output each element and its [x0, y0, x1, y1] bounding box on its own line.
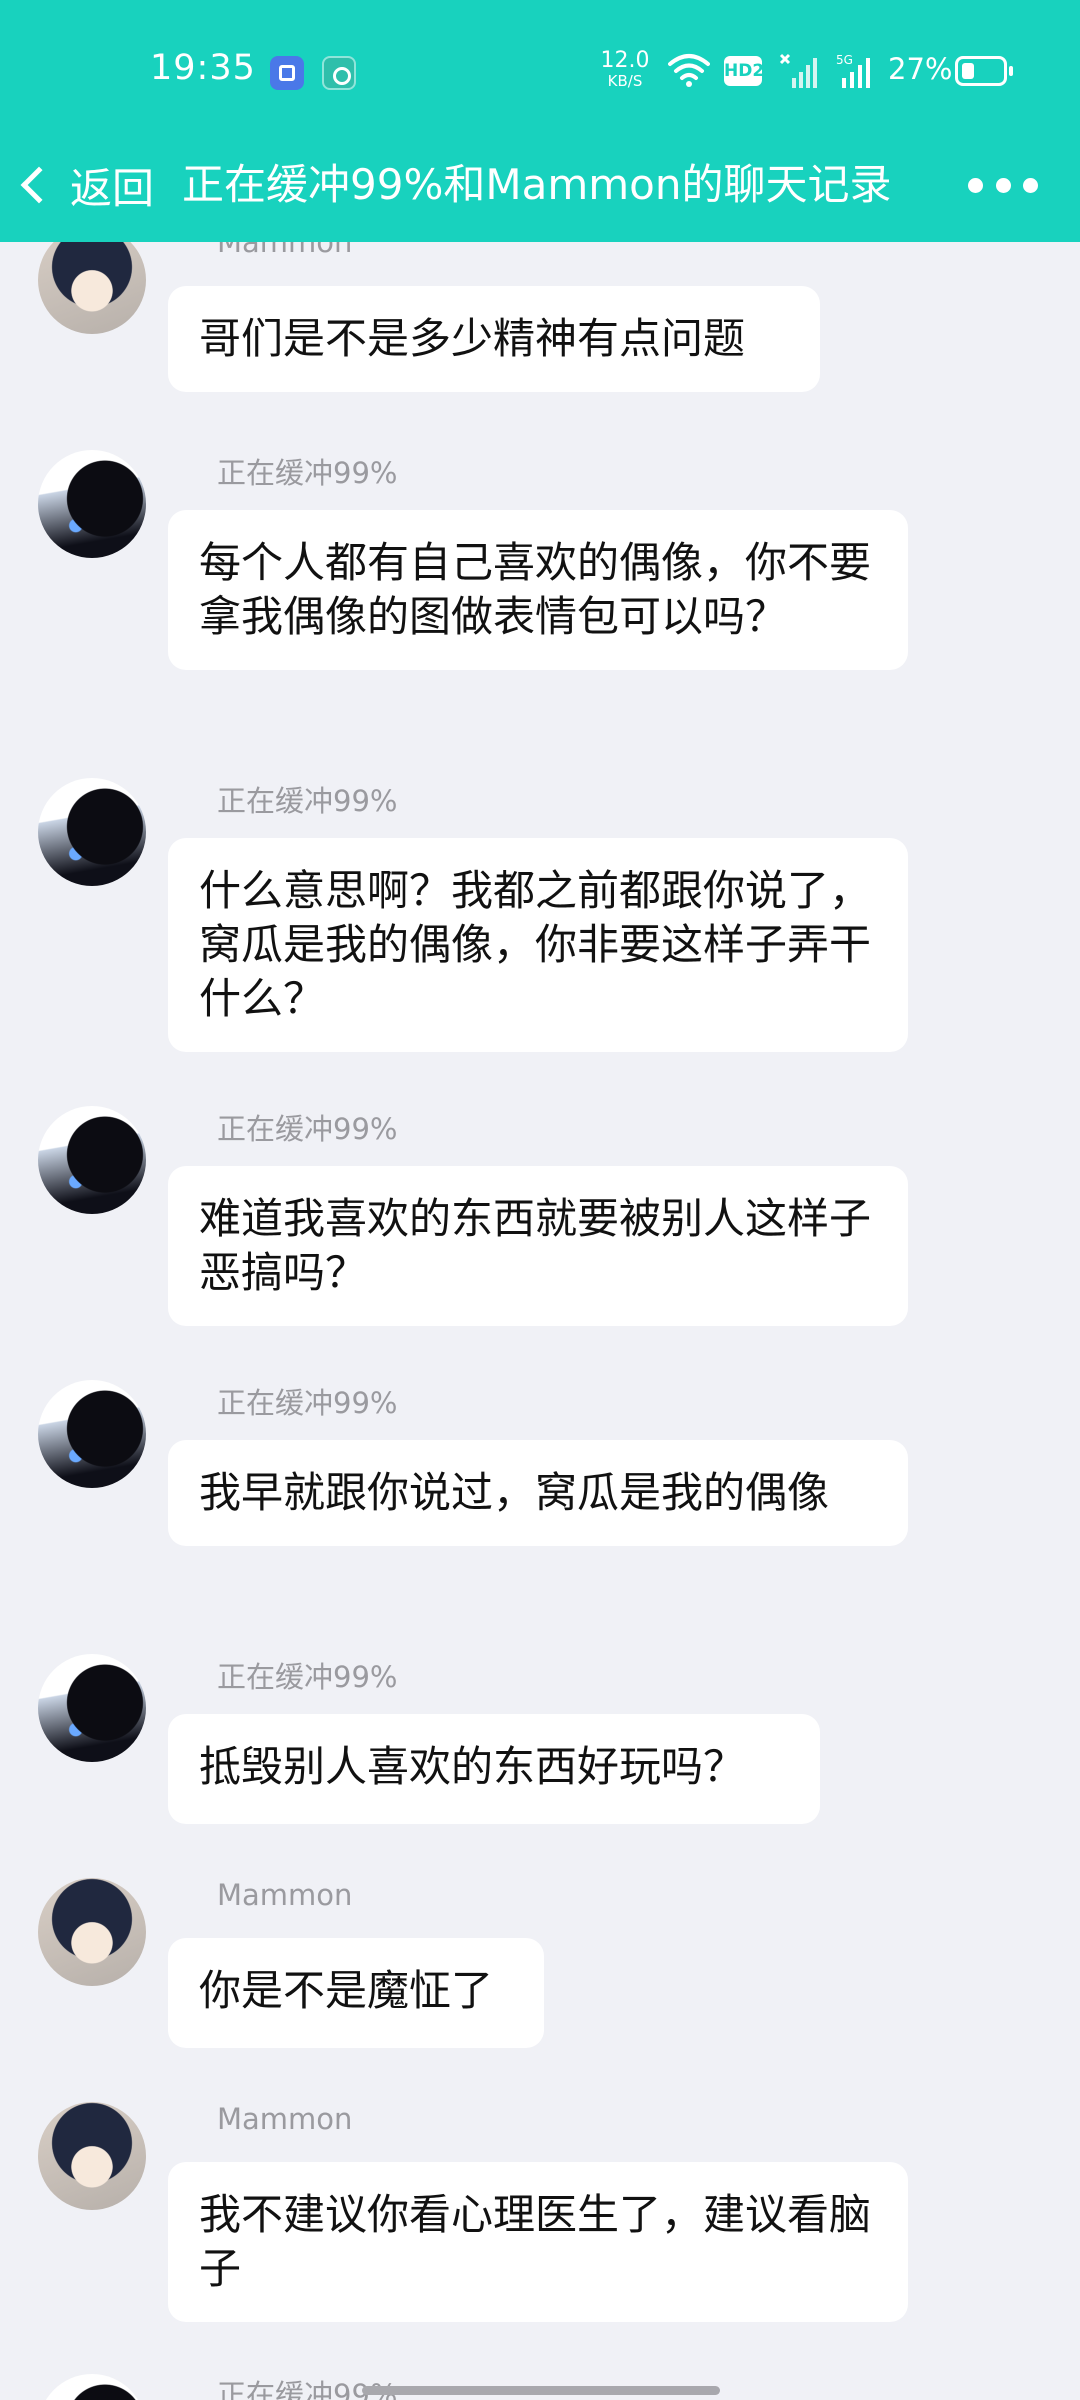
message-bubble[interactable]: 难道我喜欢的东西就要被别人这样子恶搞吗？	[168, 1166, 908, 1326]
sender-name: Mammon	[217, 2102, 353, 2136]
message-bubble[interactable]: 什么意思啊？我都之前都跟你说了，窝瓜是我的偶像，你非要这样子弄干什么？	[168, 838, 908, 1052]
sender-name: 正在缓冲99%	[217, 784, 398, 818]
avatar[interactable]	[38, 1878, 146, 1986]
network-speed-unit: KB/S	[607, 72, 643, 90]
dot-icon	[1023, 177, 1038, 193]
dot-icon	[968, 177, 983, 193]
status-time: 19:35	[150, 48, 256, 88]
message-bubble[interactable]: 抵毁别人喜欢的东西好玩吗？	[168, 1714, 820, 1824]
avatar[interactable]	[38, 1380, 146, 1488]
network-speed: 12.0 KB/S	[600, 50, 650, 89]
message-bubble[interactable]: 你是不是魔怔了	[168, 1938, 544, 2048]
message-bubble[interactable]: 每个人都有自己喜欢的偶像，你不要拿我偶像的图做表情包可以吗？	[168, 510, 908, 670]
sender-name: 正在缓冲99%	[217, 456, 398, 490]
avatar[interactable]	[38, 2374, 146, 2400]
signal-no-service-icon	[779, 53, 817, 88]
back-label: 返回	[70, 163, 155, 213]
sender-name: 正在缓冲99%	[217, 1386, 398, 1420]
message-bubble[interactable]: 哥们是不是多少精神有点问题	[168, 286, 820, 392]
battery-percent: 27%	[888, 52, 953, 86]
signal-5g-icon: 5G	[836, 53, 870, 88]
avatar[interactable]	[38, 2102, 146, 2210]
chat-history[interactable]: Mammon 哥们是不是多少精神有点问题 正在缓冲99% 每个人都有自己喜欢的偶…	[0, 0, 1080, 2400]
avatar[interactable]	[38, 226, 146, 334]
page-title: 正在缓冲99%和Mammon的聊天记录	[182, 160, 892, 209]
message-bubble[interactable]: 我不建议你看心理医生了，建议看脑子	[168, 2162, 908, 2322]
nav-bar: 返回 正在缓冲99%和Mammon的聊天记录	[0, 140, 1080, 240]
network-type-label: 5G	[836, 53, 853, 67]
avatar[interactable]	[38, 778, 146, 886]
battery-icon	[955, 56, 1013, 86]
sender-name: Mammon	[217, 1878, 353, 1912]
chevron-left-icon	[20, 166, 58, 204]
message-bubble[interactable]: 我早就跟你说过，窝瓜是我的偶像	[168, 1440, 908, 1546]
app-notification-icon	[270, 56, 304, 90]
avatar[interactable]	[38, 1106, 146, 1214]
sender-name: 正在缓冲99%	[217, 1112, 398, 1146]
message-notification-icon	[322, 56, 356, 90]
status-bar: 19:35 12.0 KB/S HD2 5G 27%	[0, 0, 1080, 140]
app-header: 19:35 12.0 KB/S HD2 5G 27% 返回 正在缓冲99%和Ma…	[0, 0, 1080, 242]
back-button[interactable]: 返回	[12, 140, 154, 230]
more-options-button[interactable]	[968, 170, 1038, 200]
home-indicator[interactable]	[362, 2386, 720, 2395]
avatar[interactable]	[38, 450, 146, 558]
network-speed-value: 12.0	[600, 48, 650, 73]
dot-icon	[995, 177, 1011, 193]
hd-voice-icon: HD2	[724, 56, 764, 86]
sender-name: 正在缓冲99%	[217, 1660, 398, 1694]
wifi-icon	[668, 54, 710, 87]
avatar[interactable]	[38, 1654, 146, 1762]
